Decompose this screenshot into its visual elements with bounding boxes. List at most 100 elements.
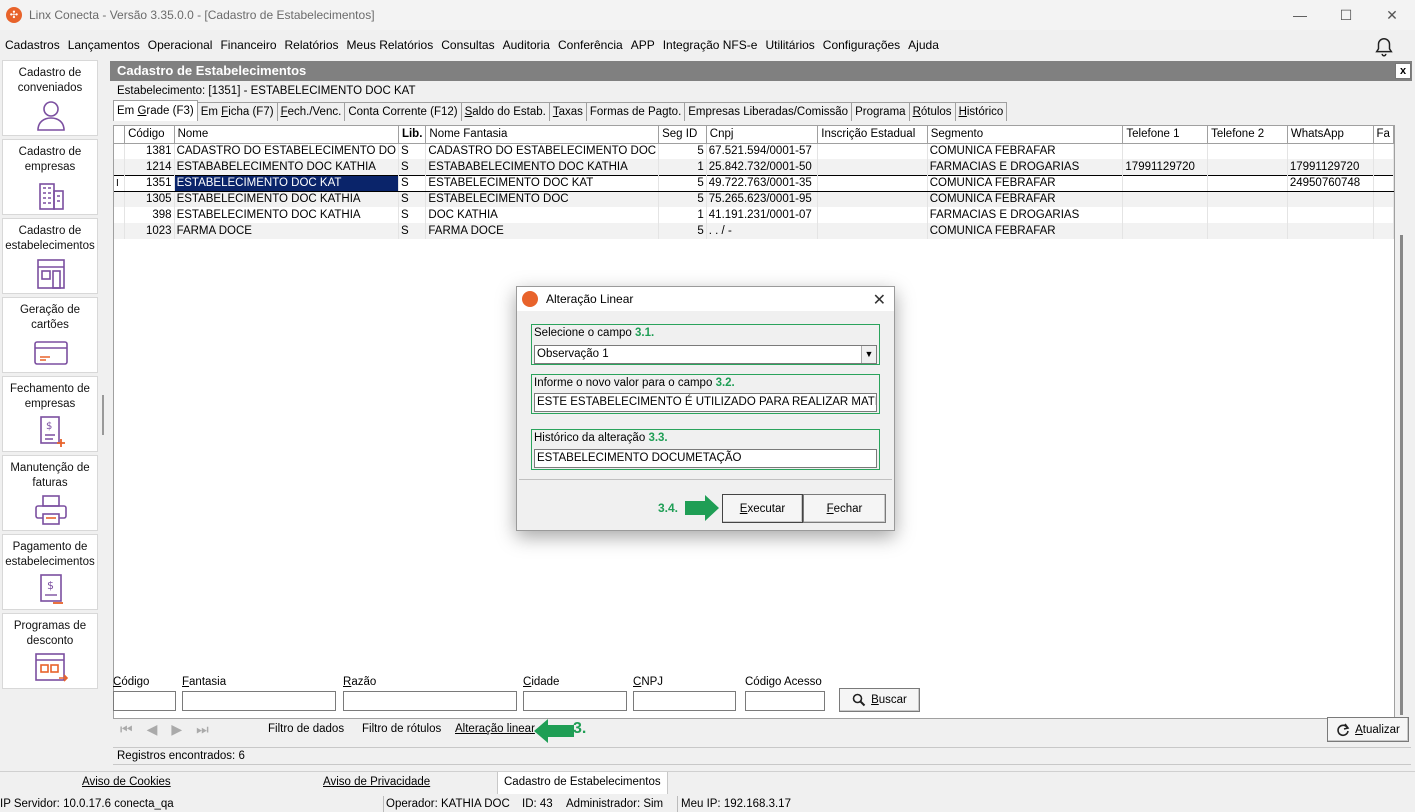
table-row[interactable]: 398 ESTABELECIMENTO DOC KATHIA S DOC KATHIA… xyxy=(114,207,1394,223)
tab-6[interactable]: Formas de Pagto. xyxy=(585,102,686,121)
grid-cell[interactable] xyxy=(1287,191,1374,207)
grid-cell[interactable]: ESTABABELECIMENTO DOC KATHIA xyxy=(425,159,660,175)
grid-cell[interactable]: 75.265.623/0001-95 xyxy=(706,191,819,207)
campo-select[interactable]: Observação 1 ▼ xyxy=(534,345,877,364)
grid-cell[interactable]: 5 xyxy=(658,143,707,159)
grid-cell[interactable] xyxy=(817,223,928,239)
column-header[interactable]: Cnpj xyxy=(706,126,819,144)
grid-cell[interactable] xyxy=(1122,207,1209,223)
menu-operacional[interactable]: Operacional xyxy=(148,38,213,52)
grid-cell[interactable]: 67.521.594/0001-57 xyxy=(706,143,819,159)
open-window-tab-estabelecimentos[interactable]: Cadastro de Estabelecimentos xyxy=(497,772,668,794)
executar-button[interactable]: Executar xyxy=(722,494,803,523)
grid-cell[interactable]: FARMACIAS E DROGARIAS xyxy=(927,207,1124,223)
grid-cell[interactable] xyxy=(1287,207,1374,223)
sidebar-item-faturas[interactable]: Manutenção de faturas xyxy=(2,455,98,531)
vertical-scrollbar[interactable] xyxy=(1395,125,1410,719)
grid-cell[interactable]: 398 xyxy=(124,207,175,223)
column-header[interactable]: Seg ID xyxy=(658,126,707,144)
grid-cell[interactable] xyxy=(817,159,928,175)
column-header[interactable]: Telefone 2 xyxy=(1207,126,1288,144)
fantasia-filter-input[interactable] xyxy=(182,691,336,711)
grid-cell[interactable]: FARMA DOCE xyxy=(174,223,399,239)
grid-cell[interactable]: 5 xyxy=(658,191,707,207)
sidebar-item-empresas[interactable]: Cadastro de empresas xyxy=(2,139,98,215)
menu-configuracoes[interactable]: Configurações xyxy=(823,38,900,52)
column-header[interactable]: Segmento xyxy=(927,126,1124,144)
grid-cell[interactable]: 25.842.732/0001-50 xyxy=(706,159,819,175)
grid-cell[interactable]: 17991129720 xyxy=(1287,159,1374,175)
menu-app[interactable]: APP xyxy=(631,38,655,52)
column-header[interactable]: Nome Fantasia xyxy=(425,126,660,144)
grid-cell[interactable] xyxy=(1122,143,1209,159)
previous-record-button[interactable]: ◀ xyxy=(147,721,158,739)
grid-cell[interactable] xyxy=(1373,207,1394,223)
grid-cell[interactable]: FARMACIAS E DROGARIAS xyxy=(927,159,1124,175)
fechar-button[interactable]: Fechar xyxy=(803,494,886,523)
tab-3[interactable]: Conta Corrente (F12) xyxy=(344,102,462,121)
grid-cell[interactable] xyxy=(1287,223,1374,239)
historico-input[interactable]: ESTABELECIMENTO DOCUMETAÇÃO xyxy=(534,449,877,468)
first-record-button[interactable]: ⏮ xyxy=(120,721,133,739)
codigo-acesso-filter-input[interactable] xyxy=(745,691,825,711)
sidebar-item-cartoes[interactable]: Geração de cartões xyxy=(2,297,98,373)
bell-icon[interactable] xyxy=(1373,36,1395,58)
sidebar-splitter-handle[interactable] xyxy=(102,395,104,435)
grid-cell[interactable] xyxy=(1373,191,1394,207)
grid-cell[interactable]: 49.722.763/0001-35 xyxy=(706,174,819,192)
table-row[interactable]: 1381 CADASTRO DO ESTABELECIMENTO DO S CADAS… xyxy=(114,143,1394,159)
menu-meus-relatorios[interactable]: Meus Relatórios xyxy=(347,38,434,52)
grid-cell[interactable]: S xyxy=(398,223,427,239)
grid-cell[interactable]: ESTABELECIMENTO DOC KAT xyxy=(425,174,660,192)
menu-ajuda[interactable]: Ajuda xyxy=(908,38,939,52)
grid-cell[interactable]: S xyxy=(398,159,427,175)
sidebar-item-conveniados[interactable]: Cadastro de conveniados xyxy=(2,60,98,136)
column-header[interactable]: Telefone 1 xyxy=(1122,126,1209,144)
grid-cell[interactable]: 5 xyxy=(658,174,707,192)
grid-cell[interactable] xyxy=(1207,143,1288,159)
grid-cell[interactable] xyxy=(1373,174,1394,192)
novo-valor-input[interactable]: ESTE ESTABELECIMENTO É UTILIZADO PARA RE… xyxy=(534,393,877,412)
grid-cell[interactable]: S xyxy=(398,174,427,192)
chevron-down-icon[interactable]: ▼ xyxy=(861,346,876,363)
grid-cell[interactable]: CADASTRO DO ESTABELECIMENTO DOC xyxy=(425,143,660,159)
sidebar-item-programas-desconto[interactable]: Programas de desconto xyxy=(2,613,98,689)
menu-integracao-nfse[interactable]: Integração NFS-e xyxy=(663,38,758,52)
grid-cell[interactable] xyxy=(1207,159,1288,175)
grid-cell[interactable]: 1351 xyxy=(124,174,175,192)
tab-10[interactable]: Histórico xyxy=(954,102,1008,121)
grid-cell[interactable]: COMUNICA FEBRAFAR xyxy=(927,223,1124,239)
menu-auditoria[interactable]: Auditoria xyxy=(503,38,550,52)
sidebar-item-estabelecimentos[interactable]: Cadastro de estabelecimentos xyxy=(2,218,98,294)
vertical-scrollbar-thumb[interactable] xyxy=(1400,235,1403,715)
tab-1[interactable]: Em Ficha (F7) xyxy=(196,102,278,121)
maximize-button[interactable]: ☐ xyxy=(1323,0,1369,30)
last-record-button[interactable]: ⏭ xyxy=(196,721,209,739)
dialog-close-icon[interactable]: ✕ xyxy=(873,290,886,310)
grid-cell[interactable] xyxy=(1122,223,1209,239)
grid-cell[interactable]: FARMA DOCE xyxy=(425,223,660,239)
cnpj-filter-input[interactable] xyxy=(633,691,736,711)
grid-cell[interactable]: COMUNICA FEBRAFAR xyxy=(927,174,1124,192)
filtro-de-dados-link[interactable]: Filtro de dados xyxy=(268,723,344,735)
menu-conferencia[interactable]: Conferência xyxy=(558,38,623,52)
grid-cell[interactable]: 1214 xyxy=(124,159,175,175)
grid-cell[interactable]: 5 xyxy=(658,223,707,239)
tab-5[interactable]: Taxas xyxy=(548,102,587,121)
grid-cell[interactable] xyxy=(817,207,928,223)
close-window-button[interactable]: ✕ xyxy=(1369,0,1415,30)
menu-financeiro[interactable]: Financeiro xyxy=(220,38,276,52)
grid-cell[interactable] xyxy=(817,191,928,207)
grid-cell[interactable]: 24950760748 xyxy=(1287,174,1374,192)
grid-cell[interactable] xyxy=(1287,143,1374,159)
grid-cell[interactable]: 1 xyxy=(658,159,707,175)
grid-cell[interactable]: ESTABELECIMENTO DOC KATHIA xyxy=(174,207,399,223)
grid-cell[interactable]: 1381 xyxy=(124,143,175,159)
grid-cell[interactable] xyxy=(1207,174,1288,192)
aviso-cookies-link[interactable]: Aviso de Cookies xyxy=(76,772,177,794)
column-header[interactable]: Lib. xyxy=(398,126,427,144)
grid-cell[interactable]: 17991129720 xyxy=(1122,159,1209,175)
grid-cell[interactable] xyxy=(817,174,928,192)
grid-cell[interactable]: ESTABELECIMENTO DOC KATHIA xyxy=(174,191,399,207)
buscar-button[interactable]: Buscar xyxy=(839,688,920,712)
